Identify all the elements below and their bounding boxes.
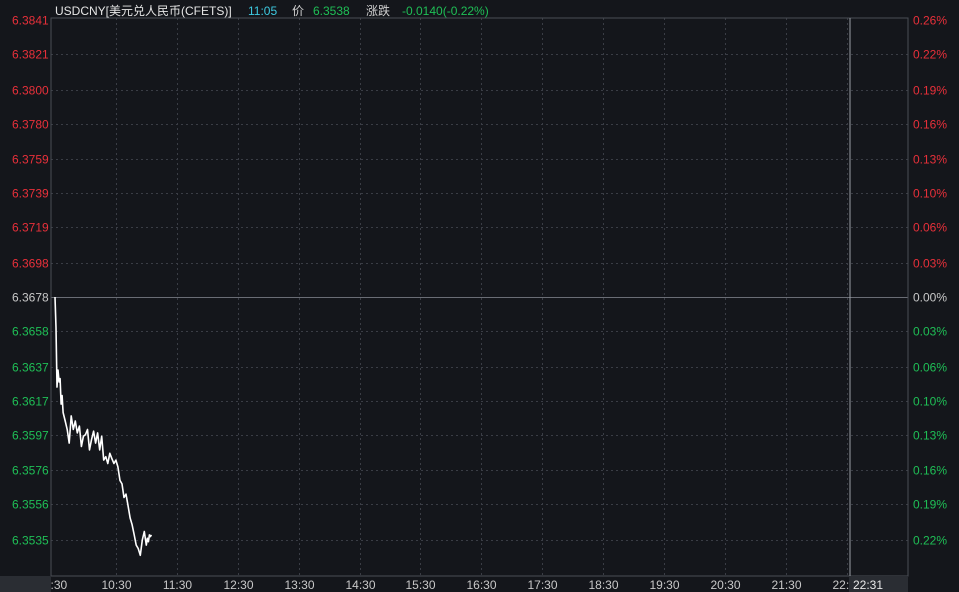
price-label: 价 [292,4,304,18]
y-tick-label-left: 6.3780 [12,118,49,132]
x-tick-label: 15:30 [405,578,435,592]
chart-background [0,0,959,592]
y-tick-label-right: 0.03% [913,325,947,339]
y-tick-label-right: 0.06% [913,361,947,375]
y-tick-label-right: 0.19% [913,498,947,512]
y-tick-label-left: 6.3821 [12,48,49,62]
price-value: 6.3538 [313,4,350,18]
symbol-name: USDCNY[美元兑人民币(CFETS)] [55,4,232,18]
x-tick-label: 14:30 [345,578,375,592]
y-tick-label-right: 0.16% [913,464,947,478]
y-tick-label-left: 6.3800 [12,84,49,98]
y-tick-label-right: 0.22% [913,48,947,62]
y-tick-label-right: 0.13% [913,429,947,443]
price-chart[interactable]: USDCNY[美元兑人民币(CFETS)] 11:05 价 6.3538 涨跌 … [0,0,959,592]
y-tick-label-right: 0.22% [913,534,947,548]
x-tick-label: 12:30 [223,578,253,592]
change-label: 涨跌 [366,3,390,18]
y-tick-label-left: 6.3535 [12,534,49,548]
x-tick-label: 19:30 [649,578,679,592]
y-tick-label-left: 6.3597 [12,429,49,443]
y-tick-label-right: 0.19% [913,84,947,98]
y-tick-label-left: 6.3698 [12,257,49,271]
y-tick-label-right: 0.16% [913,118,947,132]
x-tick-label: 11:30 [163,578,192,592]
y-tick-label-right: 0.06% [913,221,947,235]
y-tick-label-left: 6.3576 [12,464,49,478]
crosshair-time-label: 22:31 [853,578,883,592]
y-tick-label-right: 0.10% [913,395,947,409]
y-tick-label-right: 0.03% [913,257,947,271]
y-tick-label-left: 6.3739 [12,187,49,201]
y-tick-label-right: 0.00% [913,291,947,305]
change-value: -0.0140(-0.22%) [402,4,489,18]
y-tick-label-right: 0.10% [913,187,947,201]
y-tick-label-left: 6.3556 [12,498,49,512]
y-tick-label-left: 6.3678 [12,291,49,305]
y-tick-label-left: 6.3617 [12,395,49,409]
y-tick-label-left: 6.3759 [12,153,49,167]
y-tick-label-right: 0.13% [913,153,947,167]
x-tick-label: 17:30 [527,578,557,592]
x-tick-label: 21:30 [771,578,801,592]
x-tick-label: 20:30 [710,578,740,592]
x-tick-label: 18:30 [588,578,618,592]
y-tick-label-left: 6.3637 [12,361,49,375]
x-tick-label: 10:30 [101,578,131,592]
y-tick-label-right: 0.26% [913,14,947,28]
x-tick-label: 13:30 [284,578,314,592]
y-tick-label-left: 6.3841 [12,14,49,28]
y-tick-label-left: 6.3719 [12,221,49,235]
header-time: 11:05 [248,4,277,18]
y-tick-label-left: 6.3658 [12,325,49,339]
left-scroll-handle[interactable] [0,576,51,592]
x-tick-label: 16:30 [466,578,496,592]
